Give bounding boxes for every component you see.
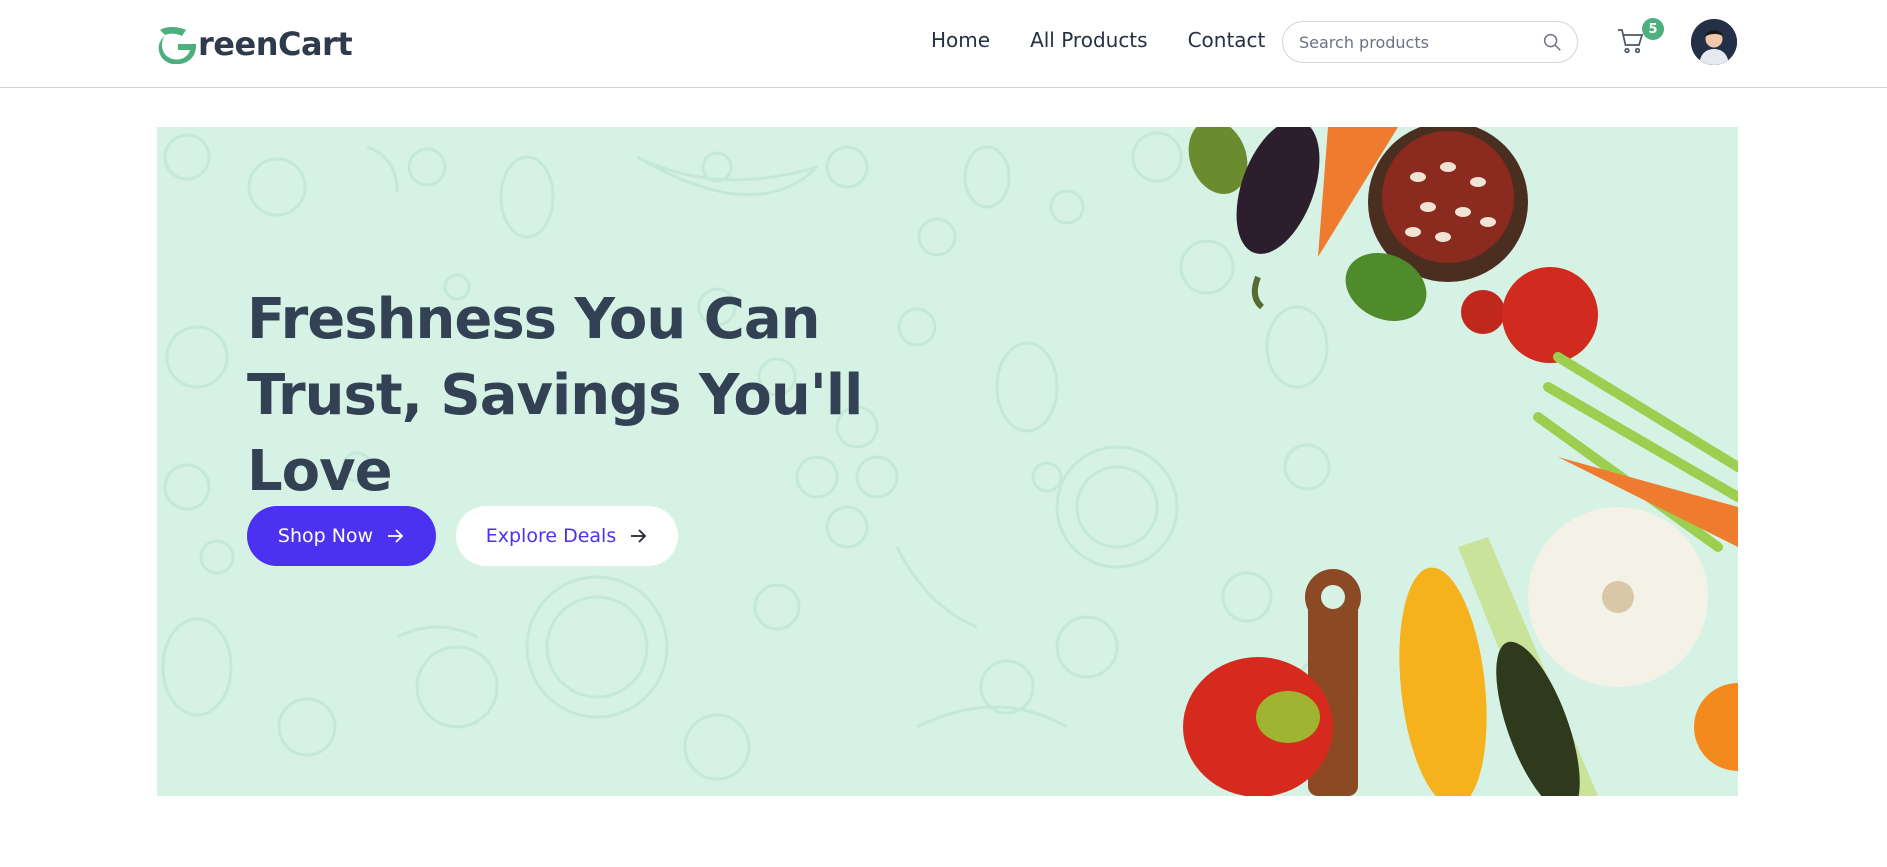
nav-all-products[interactable]: All Products [1030,28,1148,52]
cart-count-badge: 5 [1642,18,1664,40]
hero-actions: Shop Now Explore Deals [247,506,678,566]
explore-deals-label: Explore Deals [485,525,617,547]
logo-leaf-g-icon [158,27,197,64]
hero-banner: Freshness You Can Trust, Savings You'll … [157,127,1738,796]
shop-now-label: Shop Now [277,525,374,547]
brand-logo[interactable]: reenCart [156,24,353,64]
search-icon[interactable] [1541,31,1563,53]
search-input[interactable] [1299,32,1541,52]
user-avatar[interactable] [1691,19,1737,65]
explore-deals-button[interactable]: Explore Deals [456,506,678,566]
top-navbar: reenCart Home All Products Contact 5 [0,0,1887,88]
vegetables-illustration [1183,127,1738,796]
arrow-right-icon [631,529,647,543]
nav-home[interactable]: Home [931,28,990,52]
cart-button[interactable]: 5 [1616,18,1664,60]
hero-heading: Freshness You Can Trust, Savings You'll … [247,287,863,504]
arrow-right-icon [388,529,404,543]
brand-name: reenCart [198,25,353,63]
nav-contact[interactable]: Contact [1188,28,1266,52]
shop-now-button[interactable]: Shop Now [247,506,436,566]
search-bar [1282,21,1578,63]
main-nav: Home All Products Contact [931,28,1265,52]
